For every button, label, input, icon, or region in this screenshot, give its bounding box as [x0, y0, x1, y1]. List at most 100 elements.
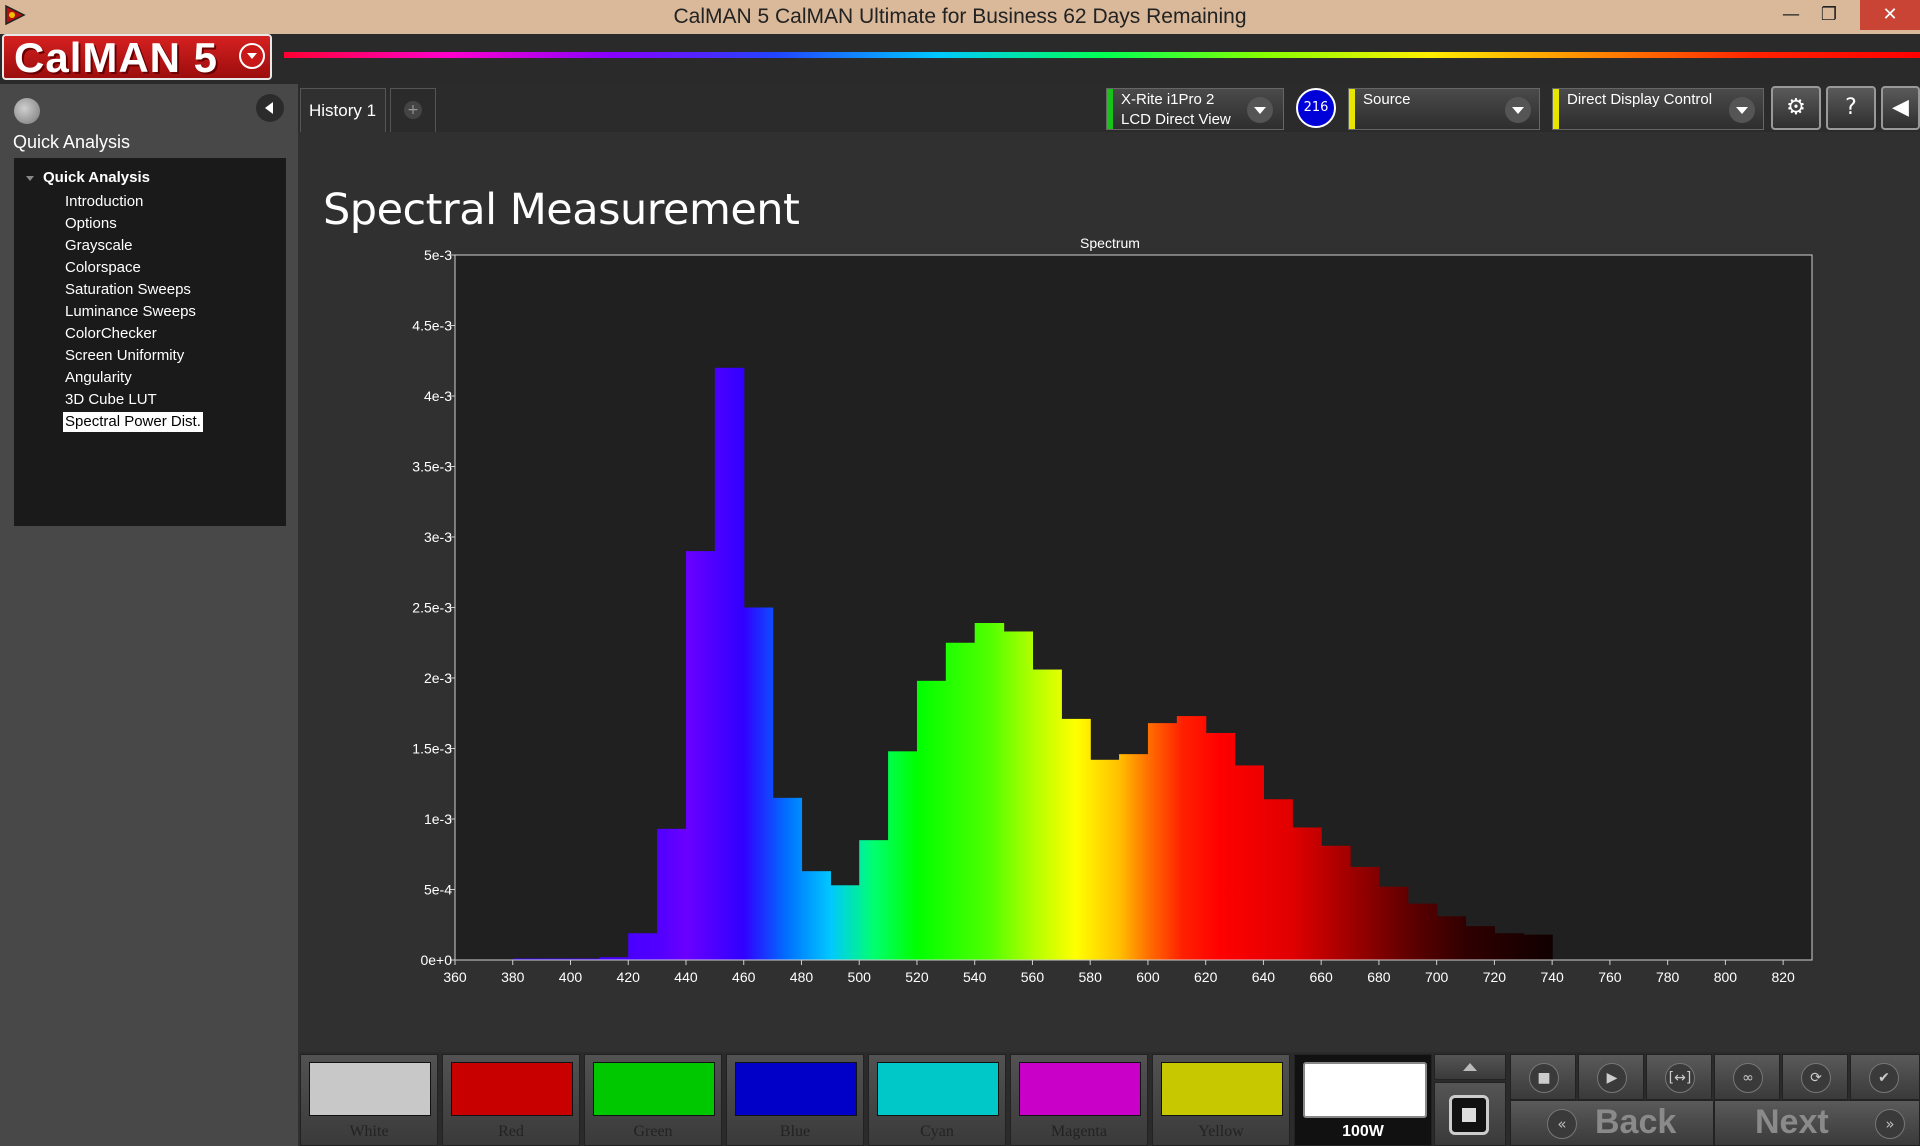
logo-band	[0, 34, 1920, 84]
x-tick-label: 380	[501, 969, 525, 985]
patch-label: Magenta	[1051, 1123, 1107, 1140]
patch-label: Red	[498, 1123, 524, 1140]
tree-expand-icon[interactable]	[26, 176, 34, 181]
chevron-down-icon[interactable]	[1729, 97, 1755, 123]
spectrum-bar	[830, 885, 860, 960]
spectrum-bar	[1350, 866, 1380, 960]
sidebar-item-colorspace[interactable]: Colorspace	[63, 258, 143, 278]
x-tick-label: 500	[848, 969, 872, 985]
x-tick-label: 540	[963, 969, 987, 985]
patch-cyan-button[interactable]: Cyan	[868, 1054, 1006, 1146]
refresh-button[interactable]: ⟳	[1782, 1054, 1848, 1100]
add-tab-button[interactable]: +	[390, 88, 436, 132]
restore-button[interactable]: ❐	[1812, 0, 1846, 30]
patch-label: 100W	[1342, 1123, 1384, 1140]
sidebar-item-grayscale[interactable]: Grayscale	[63, 236, 135, 256]
patch-100w-button[interactable]: 100W	[1294, 1054, 1432, 1146]
spectrum-bar	[1292, 827, 1322, 960]
patch-blue-button[interactable]: Blue	[726, 1054, 864, 1146]
sidebar-item-options[interactable]: Options	[63, 214, 119, 234]
spectrum-bar	[1176, 716, 1207, 960]
sidebar-item-spectral-power-dist[interactable]: Spectral Power Dist.	[63, 412, 203, 432]
patch-white-button[interactable]: White	[300, 1054, 438, 1146]
fit-icon: [↔]	[1665, 1063, 1695, 1093]
window-title: CalMAN 5 CalMAN Ultimate for Business 62…	[673, 5, 1247, 28]
meter-mode: LCD Direct View	[1121, 111, 1231, 128]
meter-name: X-Rite i1Pro 2	[1121, 91, 1215, 108]
left-panel: Quick Analysis	[0, 84, 298, 1146]
fit-button[interactable]: [↔]	[1646, 1054, 1712, 1100]
spectrum-bar	[801, 871, 831, 960]
sidebar-item-introduction[interactable]: Introduction	[63, 192, 145, 212]
spectrum-bar	[1465, 926, 1495, 960]
x-tick-label: 620	[1194, 969, 1218, 985]
chart-title: Spectrum	[1080, 235, 1140, 251]
patch-chip-green	[593, 1062, 715, 1116]
source-dropdown[interactable]: Source	[1348, 88, 1540, 130]
sidebar-item-3d-cube-lut[interactable]: 3D Cube LUT	[63, 390, 159, 410]
tree-root[interactable]: Quick Analysis	[43, 169, 150, 186]
spectrum-bar	[859, 840, 889, 960]
sidebar-item-angularity[interactable]: Angularity	[63, 368, 134, 388]
y-tick-label: 4.5e-3	[412, 318, 452, 334]
collapse-right-button[interactable]: ◀	[1881, 86, 1920, 130]
tab-history-1[interactable]: History 1	[300, 88, 386, 132]
spectrum-bar	[1321, 845, 1351, 960]
patch-green-button[interactable]: Green	[584, 1054, 722, 1146]
x-tick-label: 640	[1252, 969, 1276, 985]
patch-chip-cyan	[877, 1062, 999, 1116]
x-tick-label: 460	[732, 969, 756, 985]
meter-status-bar	[1107, 89, 1113, 129]
patch-yellow-button[interactable]: Yellow	[1152, 1054, 1290, 1146]
help-icon[interactable]: ?	[1826, 86, 1876, 130]
play-icon: ▶	[1597, 1063, 1627, 1093]
patch-label: Yellow	[1198, 1123, 1244, 1140]
close-button[interactable]: ✕	[1860, 0, 1920, 30]
x-tick-label: 800	[1714, 969, 1738, 985]
y-tick-label: 1.5e-3	[412, 741, 452, 757]
chevron-down-icon[interactable]	[239, 43, 265, 69]
sidebar-item-luminance-sweeps[interactable]: Luminance Sweeps	[63, 302, 198, 322]
sidebar-item-screen-uniformity[interactable]: Screen Uniformity	[63, 346, 186, 366]
y-tick-label: 5e-3	[424, 247, 452, 263]
chevron-down-icon[interactable]	[1247, 97, 1273, 123]
play-button[interactable]: ▶	[1578, 1054, 1644, 1100]
y-tick-label: 5e-4	[424, 882, 452, 898]
x-tick-label: 740	[1540, 969, 1564, 985]
y-tick-label: 1e-3	[424, 811, 452, 827]
meter-dropdown[interactable]: X-Rite i1Pro 2 LCD Direct View	[1106, 88, 1284, 130]
chevron-down-icon[interactable]	[1505, 97, 1531, 123]
gear-icon[interactable]: ⚙	[1771, 86, 1821, 130]
rainbow-stripe	[284, 52, 1920, 58]
calman-logo[interactable]: CalMAN 5	[2, 34, 272, 81]
spectrum-bar	[714, 367, 745, 960]
patch-red-button[interactable]: Red	[442, 1054, 580, 1146]
minimize-button[interactable]: —	[1776, 0, 1806, 30]
collapse-left-button[interactable]	[256, 94, 284, 122]
confirm-button[interactable]: ✔	[1850, 1054, 1920, 1100]
patch-chip-100w	[1303, 1062, 1427, 1118]
patch-label: Green	[633, 1123, 673, 1140]
chevron-up-icon[interactable]	[1434, 1054, 1506, 1080]
status-dot-icon[interactable]	[14, 98, 40, 124]
spectrum-bar	[974, 623, 1005, 960]
spectrum-bar	[1378, 886, 1409, 960]
next-button[interactable]: Next »	[1714, 1100, 1920, 1146]
x-tick-label: 400	[559, 969, 583, 985]
y-tick-label: 3e-3	[424, 529, 452, 545]
logo-text: CalMAN 5	[14, 34, 219, 81]
patch-chip-blue	[735, 1062, 857, 1116]
stop-measurement-button[interactable]	[1434, 1082, 1506, 1146]
display-control-dropdown[interactable]: Direct Display Control	[1552, 88, 1764, 130]
continuous-button[interactable]: ∞	[1714, 1054, 1780, 1100]
patch-label: Cyan	[920, 1123, 954, 1140]
meter-count-badge[interactable]: 216	[1296, 88, 1336, 128]
display-control-label: Direct Display Control	[1567, 91, 1713, 108]
sidebar-item-colorchecker[interactable]: ColorChecker	[63, 324, 159, 344]
y-tick-label: 2e-3	[424, 670, 452, 686]
sidebar-item-saturation-sweeps[interactable]: Saturation Sweeps	[63, 280, 193, 300]
stop-button[interactable]: ■	[1510, 1054, 1576, 1100]
back-button[interactable]: « Back	[1510, 1100, 1714, 1146]
patch-magenta-button[interactable]: Magenta	[1010, 1054, 1148, 1146]
x-tick-label: 700	[1425, 969, 1449, 985]
